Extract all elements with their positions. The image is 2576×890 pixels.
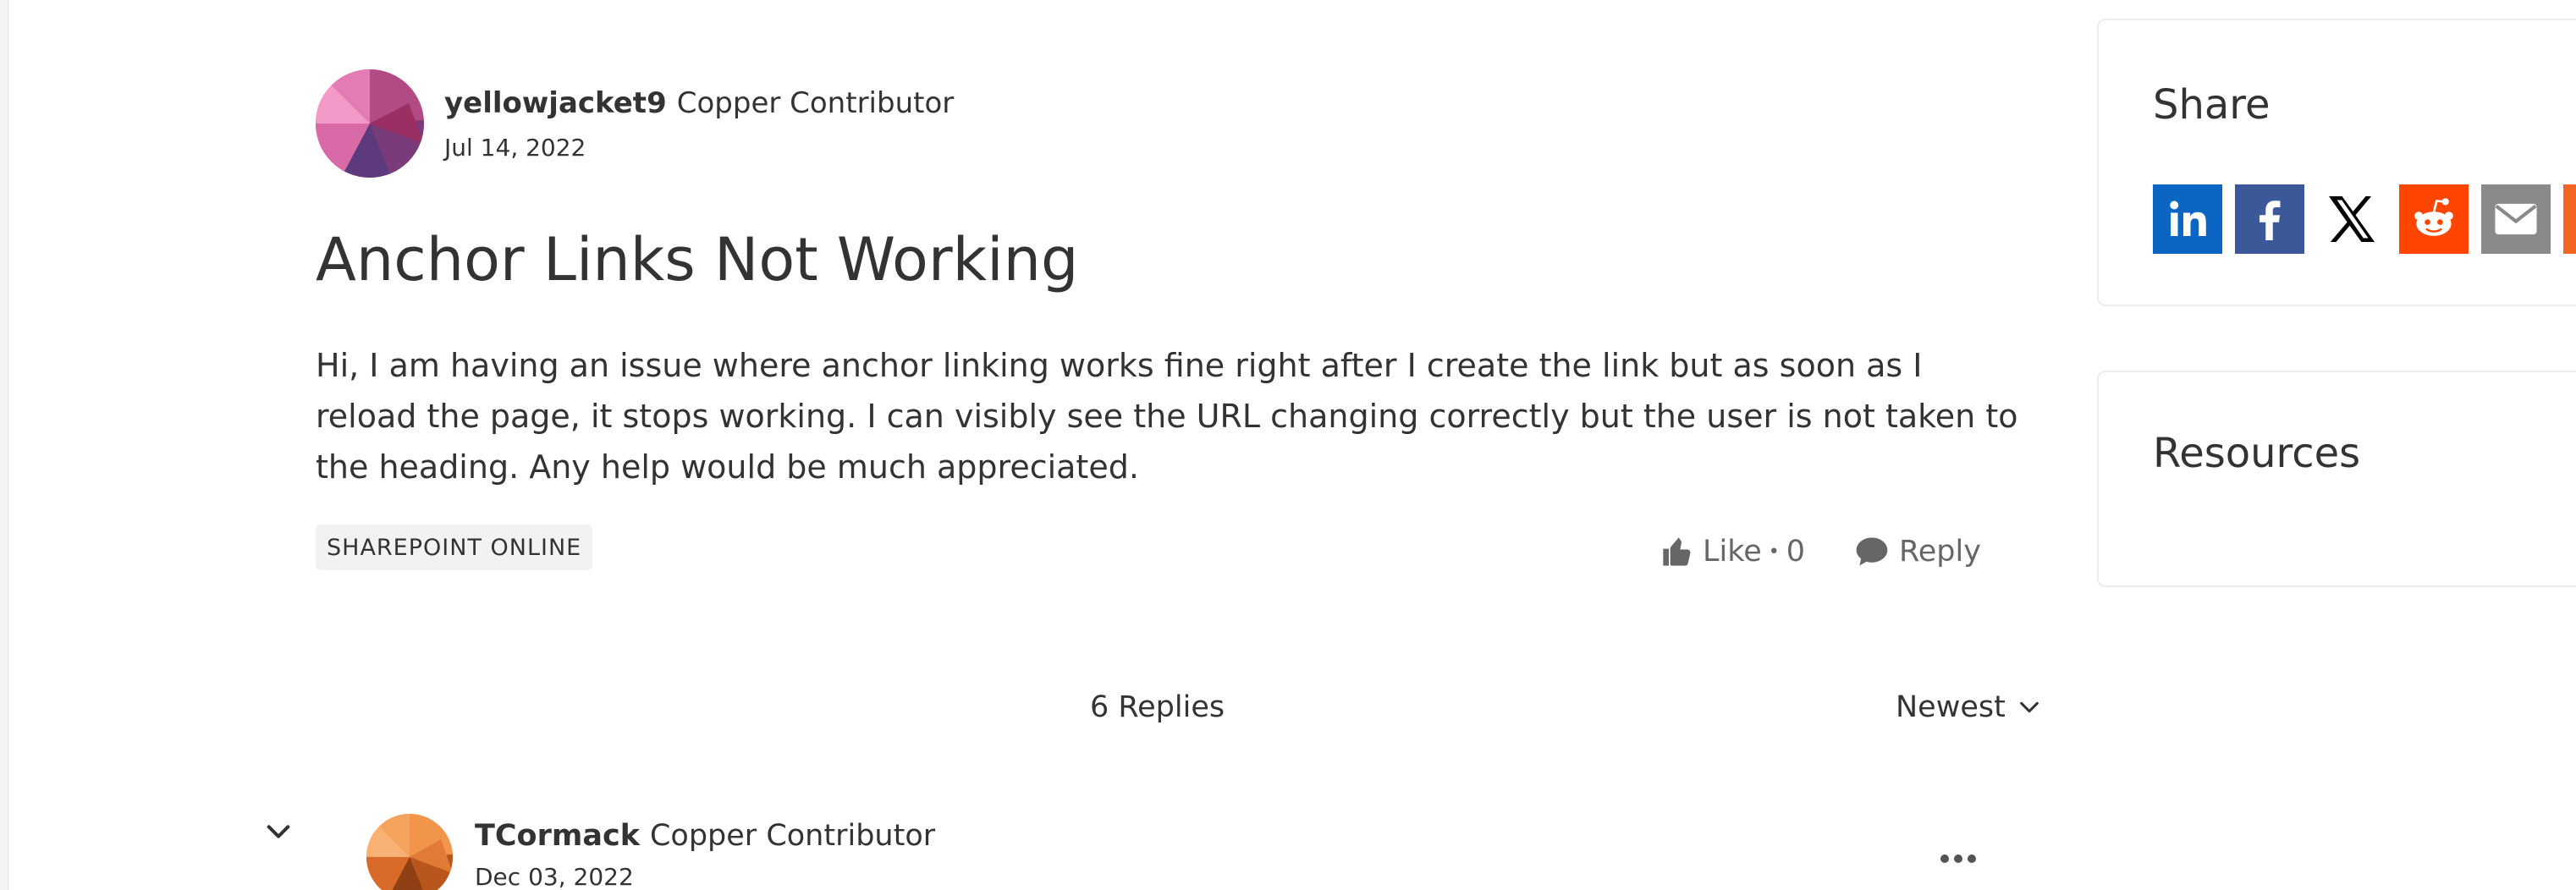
collapse-thread-button[interactable] [261,814,296,849]
reply-button[interactable]: Reply [1853,530,1981,574]
share-icons [2153,184,2576,254]
author-name[interactable]: yellowjacket9 [444,85,667,122]
page-left-border [0,0,8,890]
post-date: Jul 14, 2022 [444,134,586,162]
sort-dropdown[interactable]: Newest [1896,689,2041,726]
avatar[interactable] [316,69,424,178]
replies-count: 6 Replies [1090,690,1225,724]
post-author: yellowjacket9 Copper Contributor Jul 14,… [316,69,954,178]
chevron-down-icon [267,825,290,838]
more-options-button[interactable] [1938,846,1979,871]
tag-sharepoint-online[interactable]: SHAREPOINT ONLINE [316,525,593,570]
sort-label: Newest [1896,690,2006,724]
share-card: Share [2097,19,2576,306]
like-label: Like [1703,535,1762,569]
post-body: Hi, I am having an issue where anchor li… [316,347,2018,486]
reply-author-rank: Copper Contributor [649,819,936,853]
resources-card: Resources [2097,371,2576,587]
reddit-icon[interactable] [2399,184,2469,254]
reply-author-name[interactable]: TCormack [475,817,640,854]
reply-date: Dec 03, 2022 [475,863,634,890]
reply-author: TCormack Copper Contributor Dec 03, 2022 [366,814,935,890]
like-separator: • [1768,541,1780,563]
rss-icon[interactable] [2563,184,2576,254]
post-title: Anchor Links Not Working [316,225,1079,294]
like-count: 0 [1786,535,1806,569]
x-icon[interactable] [2317,184,2386,254]
thumbs-up-icon [1663,537,1691,566]
share-title: Share [2153,81,2271,129]
linkedin-icon[interactable] [2153,184,2222,254]
more-icon [1940,854,1976,863]
reply-label: Reply [1899,535,1981,569]
chevron-down-icon [2019,701,2039,713]
resources-title: Resources [2153,430,2361,477]
facebook-icon[interactable] [2235,184,2304,254]
comment-icon [1856,537,1888,566]
avatar[interactable] [366,814,453,890]
email-icon[interactable] [2481,184,2551,254]
like-button[interactable]: Like • 0 [1660,530,1805,574]
author-rank: Copper Contributor [676,86,955,120]
